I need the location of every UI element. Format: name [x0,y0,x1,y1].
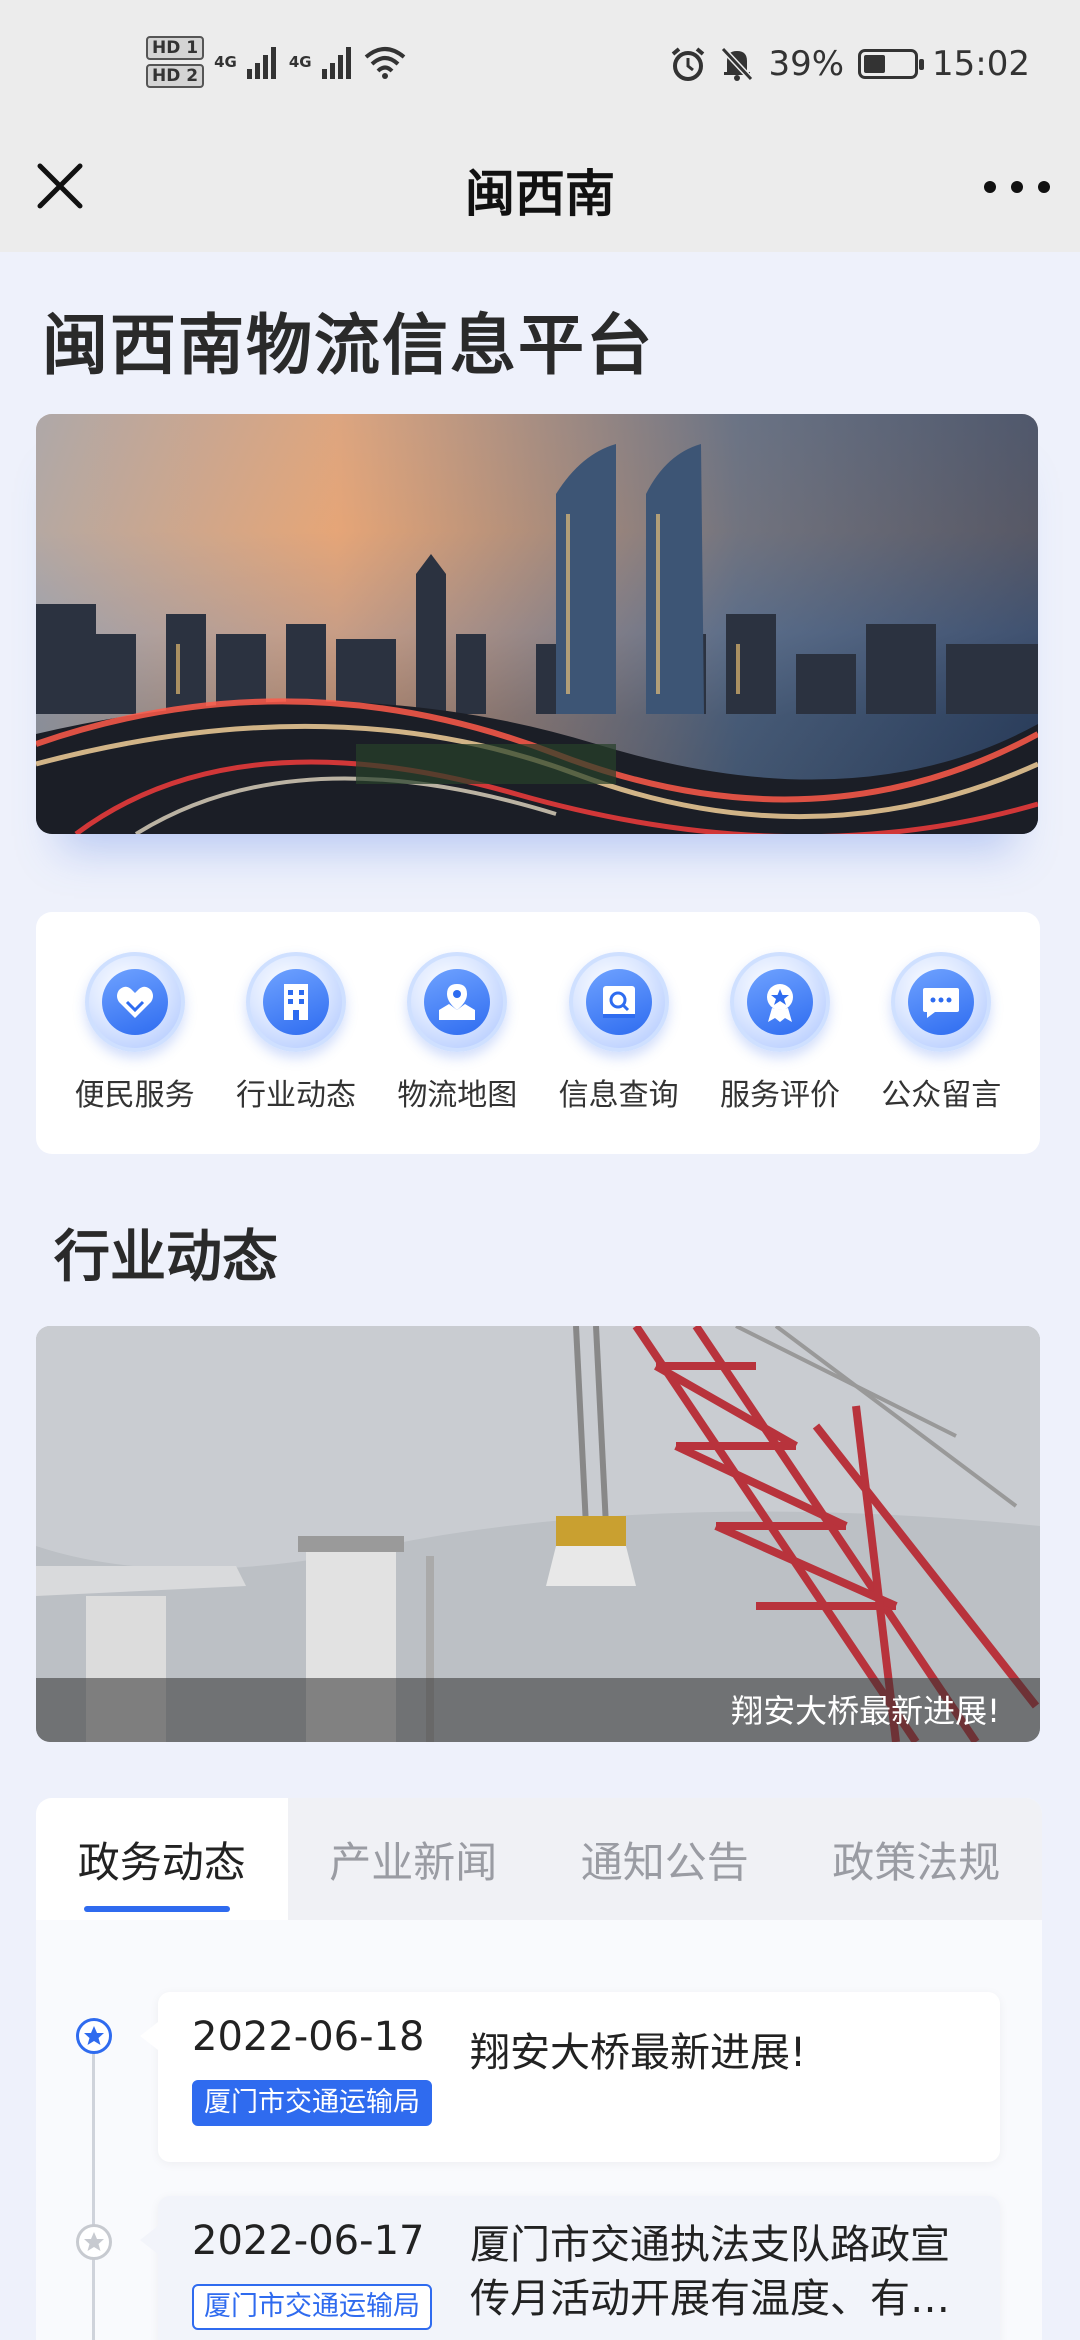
service-icon-core [746,969,813,1035]
service-convenience[interactable]: 便民服务 [60,952,210,1114]
navigation-bar: 闽西南 [0,132,1080,252]
service-icon-frame [84,952,185,1052]
news-banner[interactable]: 翔安大桥最新进展! [36,1326,1040,1742]
network-type-2: 4G [288,53,312,71]
signal-group: HD 1 HD 2 4G 4G [146,36,406,88]
chat-bubble-icon [923,988,960,1018]
award-medal-icon [766,984,793,1022]
battery-percent: 39% [768,44,845,84]
service-label: 便民服务 [74,1078,195,1113]
nav-title: 闽西南 [465,165,615,223]
page-title: 闽西南物流信息平台 [42,307,654,384]
service-shortcuts: 便民服务 行业动态 物流地图 信息查询 服务评价 公众留言 [36,912,1040,1154]
map-pin-icon [439,984,476,1020]
timeline-star-icon [76,2224,112,2260]
service-evaluation[interactable]: 服务评价 [705,952,855,1114]
source-badge: 厦门市交通运输局 [192,2284,432,2330]
hero-banner-image[interactable] [36,414,1038,834]
dot-icon [1011,181,1023,193]
tab-policies[interactable]: 政策法规 [791,1798,1043,1920]
signal-icon [246,47,276,79]
tab-notices[interactable]: 通知公告 [539,1798,791,1920]
news-date: 2022-06-18 [192,2014,425,2060]
book-search-icon [602,986,635,1018]
section-title-industry: 行业动态 [54,1225,278,1290]
hd-badge-2: HD 2 [146,64,205,88]
service-icon-core [585,969,652,1035]
service-public-message[interactable]: 公众留言 [866,952,1016,1114]
dot-icon [1038,181,1050,193]
tab-industry-news[interactable]: 产业新闻 [288,1798,540,1920]
mute-bell-icon [721,46,754,82]
news-title: 厦门市交通执法支队路政宣传月活动开展有温度、有… [470,2222,950,2322]
building-icon [283,984,308,1020]
service-info-query[interactable]: 信息查询 [544,952,694,1114]
service-icon-core [908,969,975,1035]
service-icon-frame [245,952,346,1052]
handshake-heart-icon [116,986,153,1018]
news-date: 2022-06-17 [192,2218,425,2264]
service-icon-frame [891,952,992,1052]
service-industry-news[interactable]: 行业动态 [221,952,371,1114]
banner-caption: 翔安大桥最新进展! [731,1692,1000,1730]
news-title: 翔安大桥最新进展! [470,2030,807,2076]
service-label: 服务评价 [719,1078,840,1113]
dot-icon [984,181,996,193]
service-label: 行业动态 [235,1078,356,1113]
service-icon-frame [568,952,669,1052]
signal-icon [321,47,351,79]
service-label: 物流地图 [397,1078,518,1113]
network-type-1: 4G [214,53,237,71]
news-item[interactable]: 2022-06-17 厦门市交通运输局 厦门市交通执法支队路政宣传月活动开展有温… [140,2196,1000,2340]
alarm-icon [672,47,705,81]
service-icon-frame [729,952,830,1052]
status-bar: HD 1 HD 2 4G 4G 39% 15:02 [0,0,1080,132]
source-badge: 厦门市交通运输局 [192,2080,432,2126]
hd-badge-1: HD 1 [146,36,205,60]
city-skyline-illustration [36,414,1038,834]
service-label: 公众留言 [881,1078,1002,1113]
tab-government-news[interactable]: 政务动态 [36,1798,288,1920]
service-label: 信息查询 [558,1078,679,1113]
service-icon-core [262,969,329,1035]
service-icon-core [424,969,491,1035]
service-icon-core [101,969,168,1035]
service-icon-frame [407,952,508,1052]
timeline-line [92,2038,95,2340]
news-item[interactable]: 2022-06-18 厦门市交通运输局 翔安大桥最新进展! [140,1992,1000,2162]
tab-bar: 政务动态 产业新闻 通知公告 政策法规 [36,1798,1042,1920]
service-logistics-map[interactable]: 物流地图 [382,952,532,1114]
battery-icon [858,49,925,79]
wifi-icon [364,47,405,79]
clock-time: 15:02 [932,44,1030,84]
timeline-star-icon [76,2018,112,2054]
more-options-button[interactable] [984,172,1050,202]
news-tabs-card: 政务动态 产业新闻 通知公告 政策法规 2022-06-18 厦门市交通运输局 … [36,1798,1042,2340]
